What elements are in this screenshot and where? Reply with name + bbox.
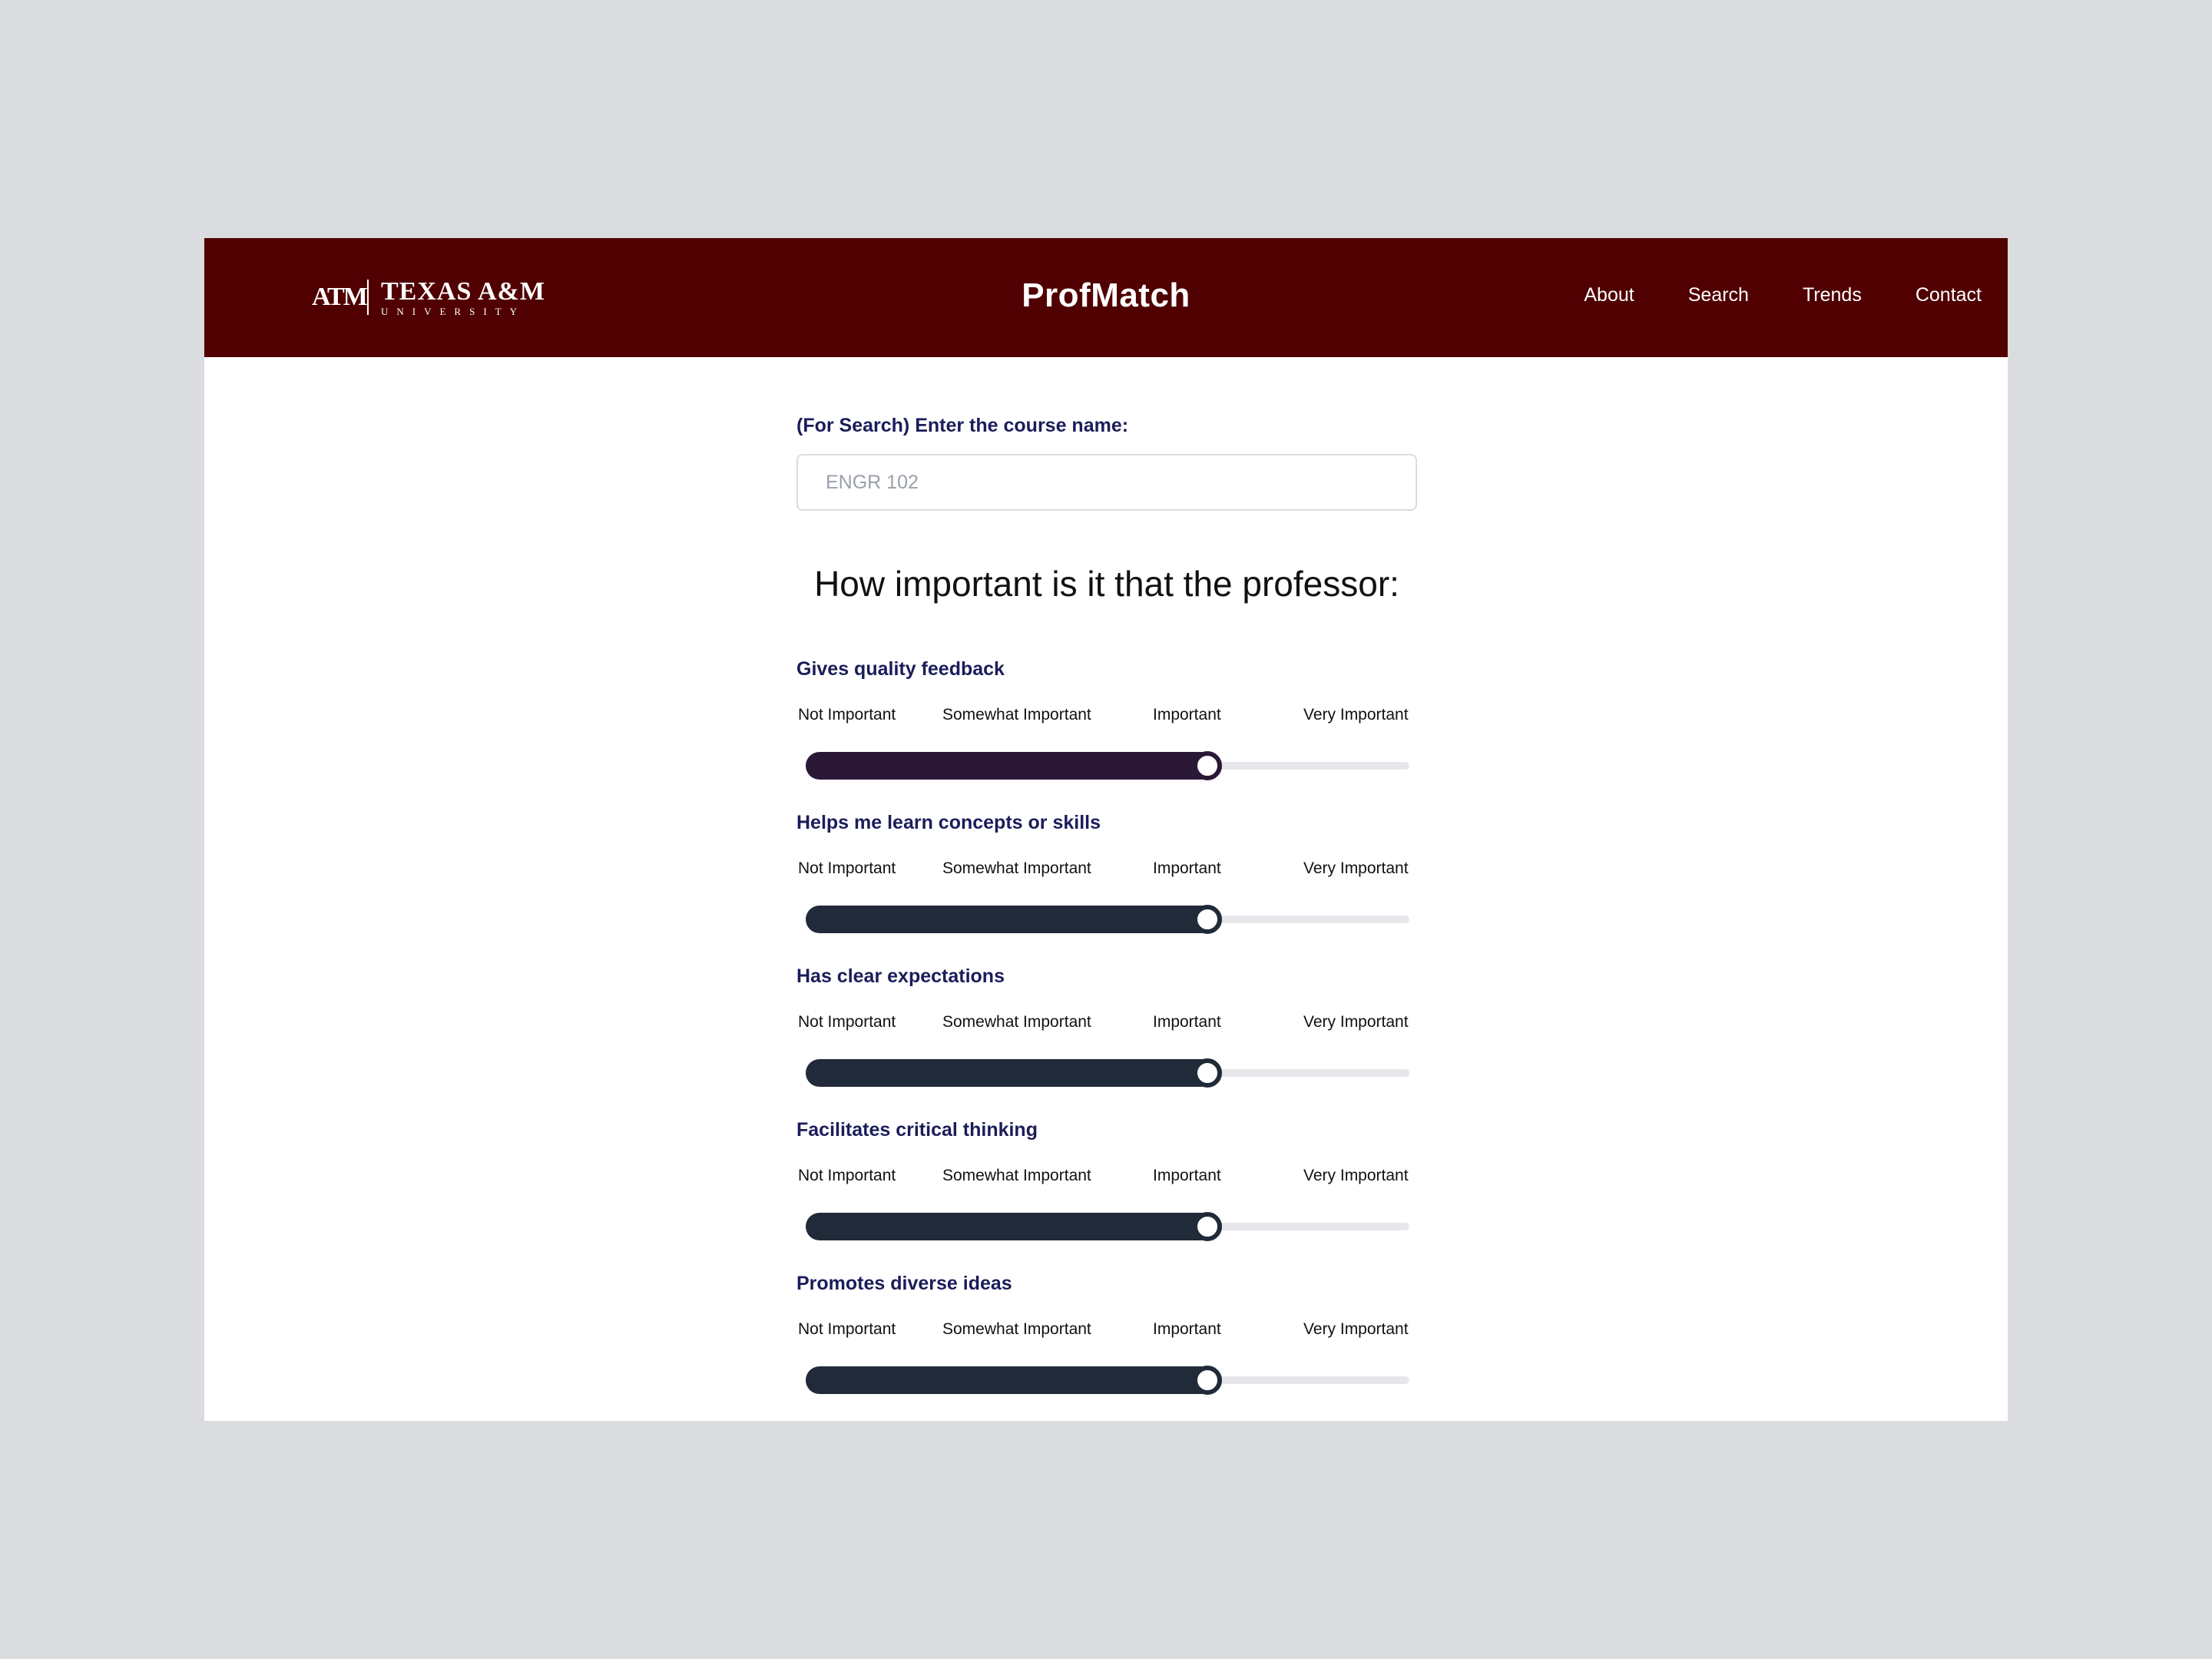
importance-slider-track[interactable]: [806, 1212, 1409, 1241]
importance-slider-thumb[interactable]: [1193, 905, 1222, 934]
scale-label: Very Important: [1303, 1320, 1409, 1338]
importance-slider-track[interactable]: [806, 1366, 1409, 1395]
importance-slider-track[interactable]: [806, 751, 1409, 780]
importance-slider-fill: [806, 1213, 1215, 1240]
nav-trends[interactable]: Trends: [1803, 284, 1862, 306]
preferences-form: (For Search) Enter the course name: How …: [796, 415, 1419, 1421]
scale-labels: Not Important Somewhat Important Important…: [796, 1013, 1419, 1036]
top-navbar: ATM TEXAS A&M UNIVERSITY ProfMatch About…: [204, 238, 2008, 357]
scale-labels: Not Important Somewhat Important Important…: [796, 1167, 1419, 1190]
scale-label: Somewhat Important: [942, 859, 1091, 877]
criteria-list: Gives quality feedback Not Important Somew…: [796, 658, 1419, 1421]
importance-slider-track[interactable]: [806, 1058, 1409, 1088]
importance-slider-fill: [806, 1366, 1215, 1394]
criterion-item: Facilitates critical thinking Not Importa…: [796, 1119, 1419, 1273]
criterion-title: Gives quality feedback: [796, 658, 1005, 680]
importance-slider-thumb[interactable]: [1193, 751, 1222, 780]
scale-label: Somewhat Important: [942, 1013, 1091, 1031]
criterion-title: Facilitates critical thinking: [796, 1119, 1038, 1141]
scale-label: Very Important: [1303, 859, 1409, 877]
criterion-item: Promotes diverse ideas Not Important Somew…: [796, 1273, 1419, 1421]
nav-contact[interactable]: Contact: [1916, 284, 1982, 306]
scale-label: Important: [1153, 1013, 1221, 1031]
importance-slider-fill: [806, 1059, 1215, 1087]
course-search-input[interactable]: [796, 454, 1417, 511]
scale-label: Not Important: [798, 1320, 896, 1338]
nav-about[interactable]: About: [1584, 284, 1634, 306]
importance-slider-fill: [806, 752, 1215, 780]
criterion-item: Helps me learn concepts or skills Not Imp…: [796, 812, 1419, 965]
app-window: ATM TEXAS A&M UNIVERSITY ProfMatch About…: [204, 238, 2008, 1421]
scale-labels: Not Important Somewhat Important Important…: [796, 706, 1419, 729]
criterion-title: Has clear expectations: [796, 965, 1005, 987]
importance-slider-thumb[interactable]: [1193, 1366, 1222, 1395]
scale-label: Important: [1153, 1167, 1221, 1184]
scale-labels: Not Important Somewhat Important Important…: [796, 1320, 1419, 1343]
scale-label: Very Important: [1303, 1013, 1409, 1031]
scale-label: Somewhat Important: [942, 1167, 1091, 1184]
importance-slider-fill: [806, 906, 1215, 933]
importance-slider-track[interactable]: [806, 905, 1409, 934]
scale-label: Important: [1153, 859, 1221, 877]
scale-label: Somewhat Important: [942, 1320, 1091, 1338]
importance-slider-thumb[interactable]: [1193, 1058, 1222, 1088]
criterion-title: Promotes diverse ideas: [796, 1273, 1012, 1294]
scale-label: Very Important: [1303, 706, 1409, 724]
scale-labels: Not Important Somewhat Important Important…: [796, 859, 1419, 882]
scale-label: Not Important: [798, 706, 896, 724]
course-search-label: (For Search) Enter the course name:: [796, 415, 1129, 436]
scale-label: Important: [1153, 706, 1221, 724]
scale-label: Not Important: [798, 1167, 896, 1184]
criterion-item: Has clear expectations Not Important Somew…: [796, 965, 1419, 1119]
scale-label: Important: [1153, 1320, 1221, 1338]
scale-label: Very Important: [1303, 1167, 1409, 1184]
nav-search[interactable]: Search: [1688, 284, 1749, 306]
scale-label: Not Important: [798, 1013, 896, 1031]
criterion-item: Gives quality feedback Not Important Somew…: [796, 658, 1419, 812]
scale-label: Not Important: [798, 859, 896, 877]
scale-label: Somewhat Important: [942, 706, 1091, 724]
main-nav: About Search Trends Contact: [1584, 284, 1982, 306]
criterion-title: Helps me learn concepts or skills: [796, 812, 1101, 833]
importance-slider-thumb[interactable]: [1193, 1212, 1222, 1241]
importance-question: How important is it that the professor:: [814, 564, 1399, 604]
